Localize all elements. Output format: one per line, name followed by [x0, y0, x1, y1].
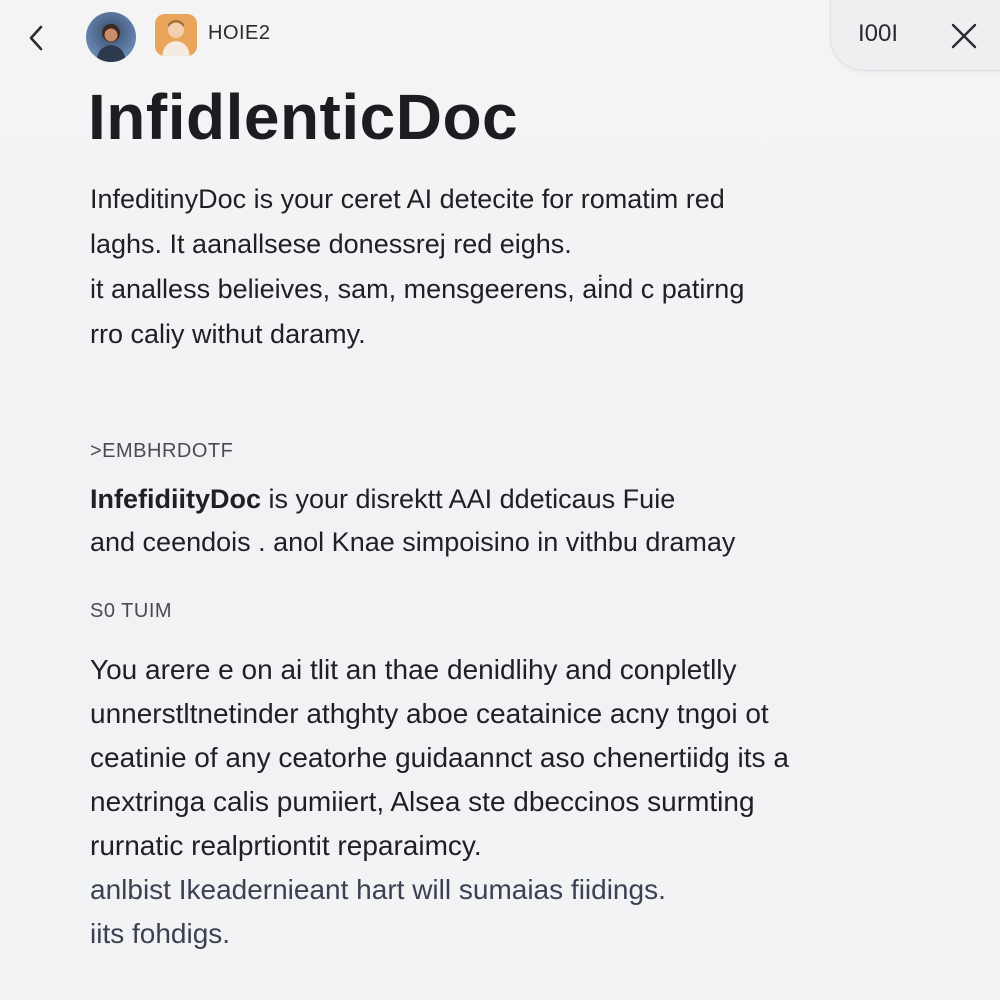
section-label: >EMBHRDOTF [90, 440, 234, 462]
summary-paragraph: InfefidiityDoc is your disrektt AAI ddet… [90, 478, 735, 564]
avatar[interactable] [155, 14, 197, 56]
body-line: You arere e on ai tlit an thae denidlihy… [90, 654, 737, 685]
avatar[interactable] [86, 12, 136, 62]
body-line: nextringa calis pumiiert, Alsea ste dbec… [90, 786, 755, 817]
intro-paragraph: InfeditinyDoc is your ceret AI detecite … [90, 177, 744, 357]
body-line: unnerstltnetinder athghty aboe ceatainic… [90, 698, 769, 729]
body-line: anlbist Ikeadernieant hart will sumaias … [90, 874, 666, 905]
body-line: rurnatic realprtiontit reparaimcy. [90, 830, 482, 861]
avatar-person-icon [96, 24, 126, 62]
body-line: iits fohdigs. [90, 918, 231, 949]
intro-line: it analless belieives, sam, mensgeerens,… [90, 274, 745, 304]
summary-line: InfefidiityDoc is your disrektt AAI ddet… [90, 478, 735, 521]
back-button[interactable] [18, 18, 54, 58]
app-screen: HOIE2 I00I InfidlenticDoc InfeditinyDoc … [0, 0, 1000, 1000]
header-label: HOIE2 [208, 22, 271, 44]
summary-line: and ceendois . anol Knae simpoisino in v… [90, 527, 736, 557]
chevron-left-icon [29, 25, 43, 51]
close-button[interactable] [944, 16, 984, 56]
brand-name: InfefidiityDoc [90, 484, 262, 514]
intro-line: InfeditinyDoc is your ceret AI detecite … [90, 184, 725, 214]
counter-text: I00I [858, 20, 899, 47]
body-paragraph: You arere e on ai tlit an thae denidlihy… [90, 648, 789, 956]
page-title: InfidlenticDoc [88, 81, 519, 153]
close-icon [951, 23, 977, 49]
summary-text: is your disrektt AAI ddeticaus Fuie [261, 484, 676, 514]
body-line: ceatinie of any ceatorhe guidaannct aso … [90, 742, 789, 773]
avatar-person-icon [155, 14, 197, 56]
intro-line: laghs. It aanallsese donessrej red eighs… [90, 229, 572, 259]
section-label: S0 TUIM [90, 600, 173, 622]
intro-line: rro caliy withut daramy. [90, 319, 366, 349]
